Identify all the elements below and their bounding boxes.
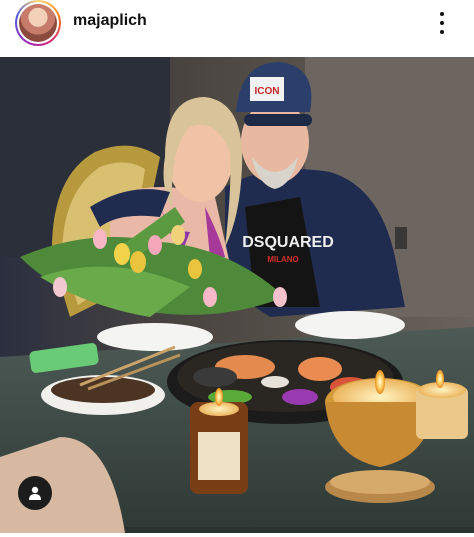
cap-logo-text: ICON — [255, 86, 280, 97]
post-photo[interactable]: DSQUARED MILANO ICON — [0, 57, 474, 533]
user-tag-icon[interactable] — [18, 476, 52, 510]
post-header: majaplich — [0, 0, 474, 56]
avatar[interactable] — [15, 0, 61, 46]
avatar-photo — [19, 4, 57, 42]
shirt-subtext: MILANO — [267, 255, 299, 264]
username[interactable]: majaplich — [73, 12, 147, 30]
more-vertical-icon[interactable] — [432, 12, 452, 34]
shirt-logo-text: DSQUARED — [242, 234, 334, 251]
photo-scene: DSQUARED MILANO ICON — [0, 57, 474, 533]
